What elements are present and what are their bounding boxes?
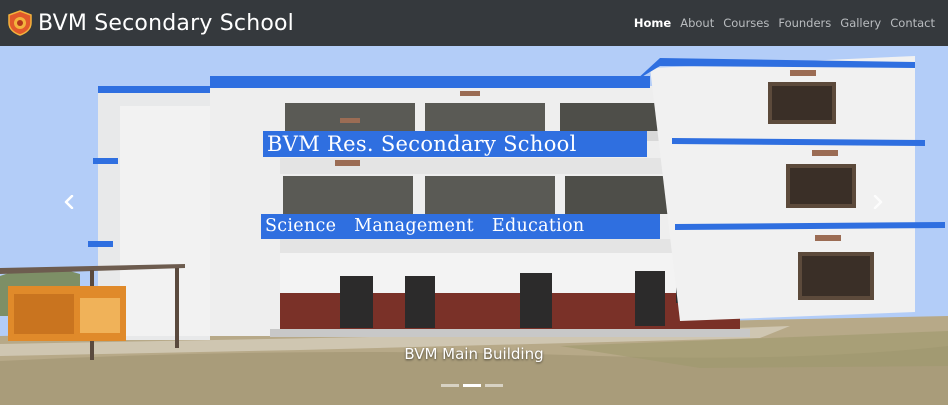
nav-founders[interactable]: Founders	[778, 16, 831, 30]
nav-about[interactable]: About	[680, 16, 714, 30]
banner-streams: Science Management Education	[261, 214, 660, 239]
nav-gallery[interactable]: Gallery	[840, 16, 881, 30]
carousel-prev-button[interactable]	[57, 186, 81, 218]
banner-school-name: BVM Res. Secondary School	[263, 131, 647, 157]
nav-home[interactable]: Home	[634, 16, 671, 30]
nav-contact[interactable]: Contact	[890, 16, 935, 30]
navbar: BVM Secondary School Home About Courses …	[0, 0, 948, 46]
slide-caption: BVM Main Building	[404, 345, 544, 363]
carousel-indicator[interactable]	[485, 384, 503, 387]
nav-courses[interactable]: Courses	[723, 16, 769, 30]
chevron-left-icon	[64, 195, 74, 209]
nav-menu: Home About Courses Founders Gallery Cont…	[634, 0, 935, 46]
school-crest-icon	[8, 10, 32, 36]
carousel-indicator-active[interactable]	[463, 384, 481, 387]
carousel-indicators	[441, 384, 503, 387]
carousel-indicator[interactable]	[441, 384, 459, 387]
hero-carousel: BVM Res. Secondary School Science Manage…	[0, 46, 948, 405]
brand-name: BVM Secondary School	[38, 10, 294, 36]
brand-link[interactable]: BVM Secondary School	[7, 10, 294, 36]
chevron-right-icon	[873, 195, 883, 209]
carousel-next-button[interactable]	[866, 186, 890, 218]
